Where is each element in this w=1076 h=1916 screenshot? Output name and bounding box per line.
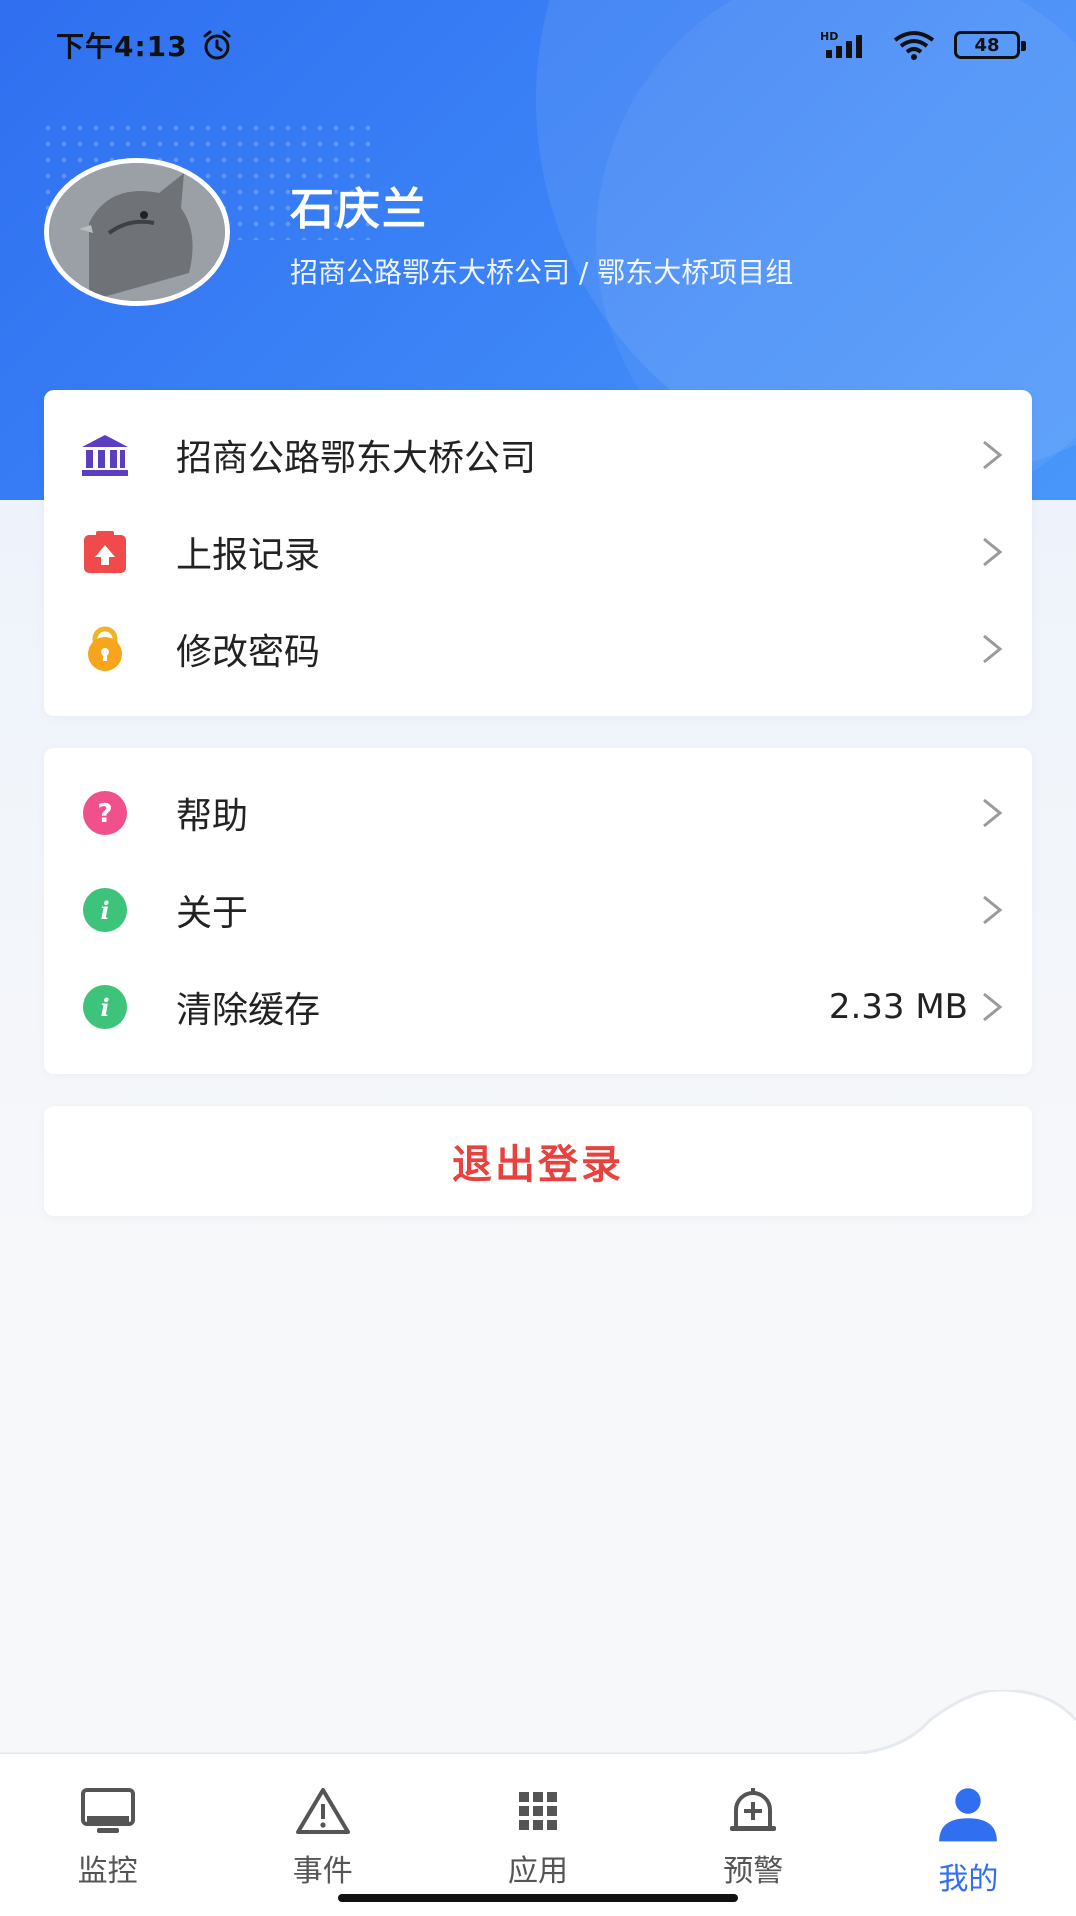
tab-events[interactable]: 事件: [215, 1754, 430, 1916]
tab-monitor[interactable]: 监控: [0, 1754, 215, 1916]
menu-item-label: 帮助: [176, 795, 249, 837]
chevron-right-icon: [983, 634, 1003, 663]
user-name: 石庆兰: [290, 184, 428, 235]
help-icon: ?: [80, 788, 130, 838]
tab-label: 监控: [77, 1854, 138, 1889]
monitor-icon: [80, 1788, 135, 1833]
tab-label: 事件: [292, 1854, 353, 1889]
menu-item-label: 关于: [176, 892, 249, 934]
status-indicators: HD 48: [820, 30, 1026, 60]
wifi-icon: [893, 31, 935, 60]
cat-photo-icon: [49, 163, 225, 301]
info-icon: i: [80, 885, 130, 935]
status-time: 下午4:13: [56, 30, 188, 63]
menu-item-help[interactable]: ? 帮助: [44, 764, 1032, 861]
user-organization: 招商公路鄂东大桥公司 / 鄂东大桥项目组: [290, 256, 794, 289]
menu-item-label: 清除缓存: [176, 989, 321, 1031]
warning-icon: [295, 1788, 350, 1834]
menu-item-label: 上报记录: [176, 534, 321, 576]
svg-text:?: ?: [97, 799, 112, 829]
upload-clipboard-icon: [80, 527, 130, 577]
menu-item-label: 修改密码: [176, 631, 321, 673]
chevron-right-icon: [983, 895, 1003, 924]
menu-card-account: 招商公路鄂东大桥公司 上报记录 修改密码: [44, 390, 1032, 716]
alarm-bell-icon: [730, 1788, 777, 1831]
menu-card-general: ? 帮助 i 关于 i 清除缓存 2.33 MB: [44, 748, 1032, 1074]
profile-info: 石庆兰 招商公路鄂东大桥公司 / 鄂东大桥项目组: [290, 173, 793, 291]
avatar[interactable]: [44, 158, 230, 306]
bank-icon: [80, 430, 130, 480]
info-icon: i: [80, 982, 130, 1032]
menu-item-label: 招商公路鄂东大桥公司: [176, 437, 537, 479]
tab-apps[interactable]: 应用: [430, 1754, 645, 1916]
tab-mine[interactable]: 我的: [861, 1754, 1076, 1916]
chevron-right-icon: [983, 440, 1003, 469]
cache-size-value: 2.33 MB: [828, 986, 968, 1027]
tab-label: 应用: [508, 1854, 568, 1889]
tab-label: 我的: [938, 1862, 999, 1897]
battery-indicator: 48: [954, 31, 1026, 59]
battery-level: 48: [974, 34, 1000, 56]
status-bar: 下午4:13 HD 48: [0, 0, 1076, 90]
chevron-right-icon: [983, 537, 1003, 566]
chevron-right-icon: [983, 798, 1003, 827]
chevron-right-icon: [983, 992, 1003, 1021]
tab-alerts[interactable]: 预警: [646, 1754, 861, 1916]
bottom-navigation: 监控 事件 应用 预警 我的: [0, 1754, 1076, 1916]
signal-icon: HD: [820, 30, 862, 58]
profile-screen: 下午4:13 HD 48 石庆兰 招商公路鄂东大桥公司 / 鄂东大桥项目组 招商…: [0, 0, 1076, 1916]
svg-text:i: i: [100, 896, 109, 925]
menu-item-change-password[interactable]: 修改密码: [44, 600, 1032, 697]
alarm-clock-icon: [203, 30, 231, 60]
home-indicator[interactable]: [338, 1894, 738, 1902]
menu-item-about[interactable]: i 关于: [44, 861, 1032, 958]
user-icon: [939, 1788, 998, 1842]
lock-icon: [80, 624, 130, 674]
grid-icon: [519, 1792, 557, 1830]
network-type-label: HD: [820, 30, 838, 43]
svg-text:i: i: [100, 993, 109, 1022]
logout-label: 退出登录: [452, 1142, 624, 1188]
menu-item-report-records[interactable]: 上报记录: [44, 503, 1032, 600]
tab-label: 预警: [723, 1854, 784, 1889]
profile-header: 石庆兰 招商公路鄂东大桥公司 / 鄂东大桥项目组: [44, 158, 793, 306]
menu-item-company[interactable]: 招商公路鄂东大桥公司: [44, 406, 1032, 503]
menu-item-clear-cache[interactable]: i 清除缓存 2.33 MB: [44, 958, 1032, 1055]
logout-button[interactable]: 退出登录: [44, 1106, 1032, 1216]
